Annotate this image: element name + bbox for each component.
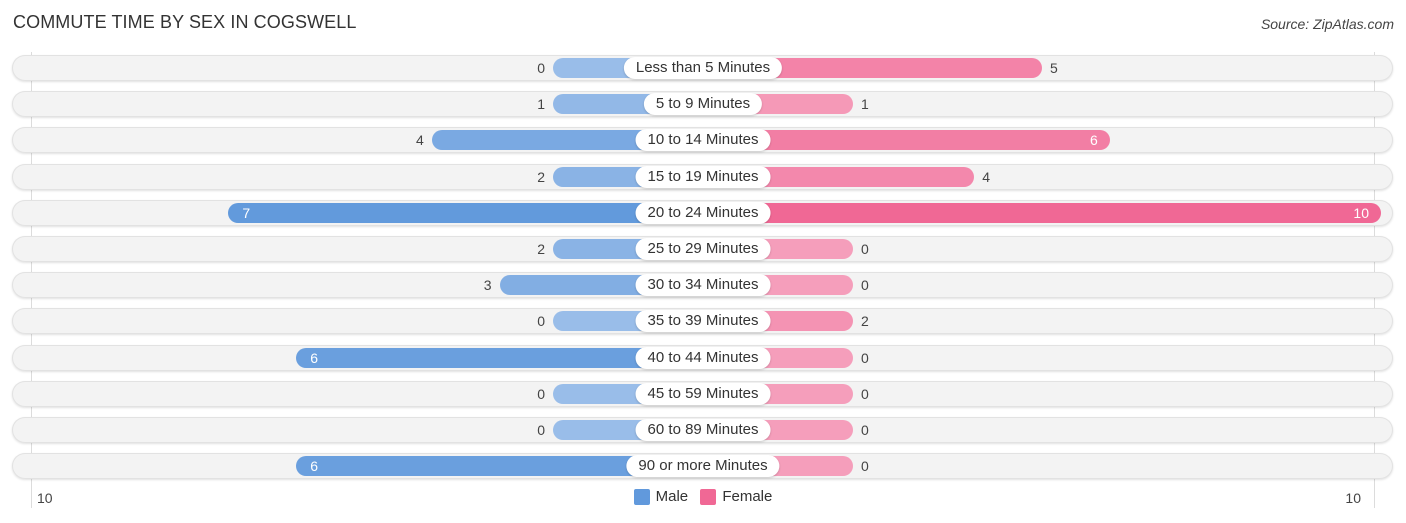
value-label-female: 0 — [861, 458, 869, 475]
category-label: 20 to 24 Minutes — [635, 201, 771, 224]
legend-swatch-male — [633, 488, 650, 505]
value-label-male: 0 — [537, 60, 545, 76]
value-label-female: 0 — [861, 385, 869, 402]
value-label-male: 3 — [483, 277, 492, 294]
value-label-male: 4 — [416, 132, 424, 149]
category-label: 15 to 19 Minutes — [635, 165, 771, 188]
category-label: 5 to 9 Minutes — [643, 93, 763, 116]
category-label: 30 to 34 Minutes — [635, 274, 771, 297]
category-label: 40 to 44 Minutes — [635, 346, 771, 369]
category-label: 60 to 89 Minutes — [635, 419, 771, 441]
value-label-female: 10 — [1353, 204, 1369, 221]
value-label-female: 0 — [861, 277, 869, 294]
value-label-male: 6 — [310, 349, 318, 366]
category-label: Less than 5 Minutes — [623, 57, 783, 79]
value-label-female: 0 — [861, 241, 869, 257]
value-label-male: 6 — [310, 458, 318, 475]
value-label-female: 4 — [982, 168, 990, 185]
value-label-male: 7 — [242, 204, 251, 221]
value-label-female: 0 — [861, 422, 869, 438]
category-label: 10 to 14 Minutes — [635, 129, 771, 152]
legend-label-female: Female — [722, 488, 773, 505]
value-label-female: 1 — [861, 96, 869, 113]
legend-item-female[interactable]: Female — [700, 488, 772, 505]
value-label-male: 0 — [537, 313, 545, 330]
value-label-female: 6 — [1090, 132, 1098, 149]
chart-area: 0 5 Less than 5 Minutes 1 1 5 to 9 Minutes 4 6 1… — [0, 0, 1406, 523]
bar-female[interactable] — [703, 202, 1381, 223]
value-label-male: 1 — [537, 96, 545, 113]
value-label-male: 2 — [537, 241, 545, 257]
bar-male[interactable] — [228, 202, 703, 223]
category-label: 90 or more Minutes — [626, 455, 780, 478]
category-label: 35 to 39 Minutes — [635, 310, 771, 333]
legend-item-male[interactable]: Male — [633, 488, 689, 505]
value-label-female: 5 — [1050, 60, 1058, 76]
value-label-female: 2 — [861, 313, 869, 330]
legend-swatch-female — [700, 488, 717, 505]
value-label-male: 2 — [537, 168, 545, 185]
category-label: 45 to 59 Minutes — [635, 382, 771, 405]
legend-label-male: Male — [655, 488, 689, 505]
value-label-female: 0 — [861, 349, 869, 366]
legend: Male Female — [0, 488, 1406, 509]
value-label-male: 0 — [537, 422, 545, 438]
category-label: 25 to 29 Minutes — [635, 238, 771, 260]
value-label-male: 0 — [537, 385, 545, 402]
